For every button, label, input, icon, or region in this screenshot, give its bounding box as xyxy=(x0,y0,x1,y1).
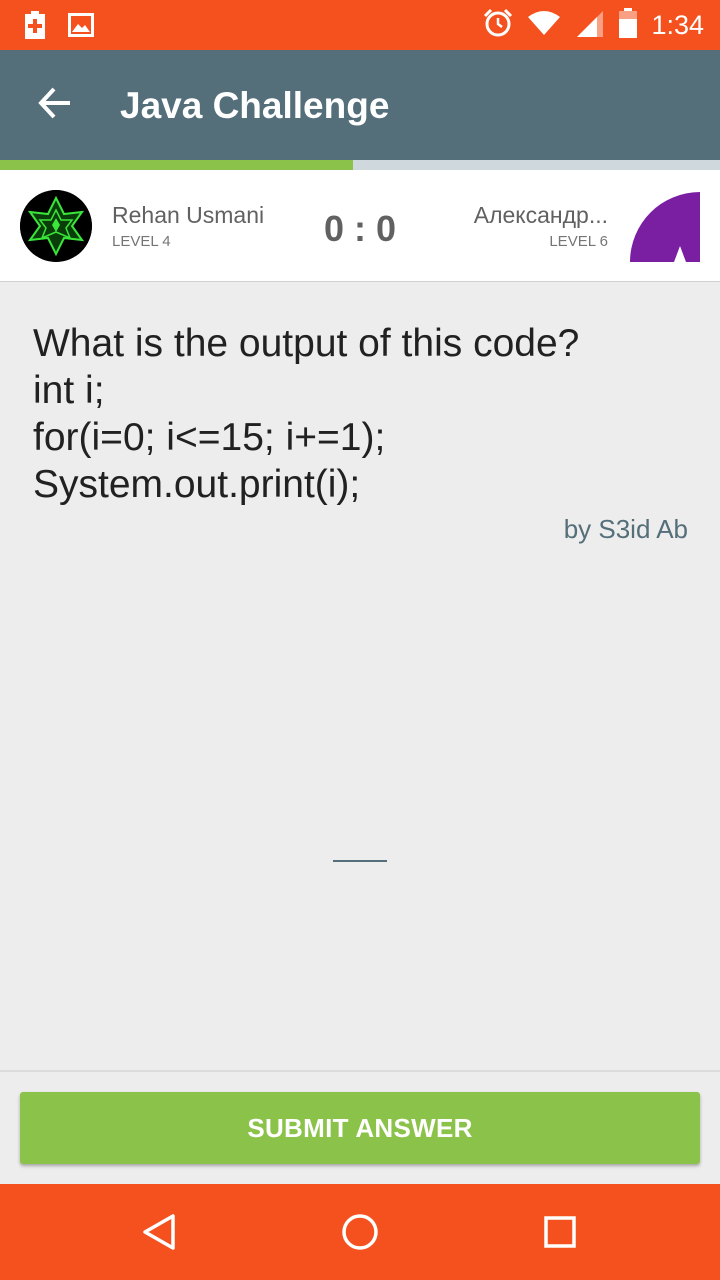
status-bar: 1:34 xyxy=(0,0,720,50)
navigation-bar xyxy=(0,1184,720,1280)
alarm-icon xyxy=(483,8,513,43)
question-line: for(i=0; i<=15; i+=1); xyxy=(33,416,386,459)
player-right-name: Александр... xyxy=(473,202,608,228)
question-line: System.out.print(i); xyxy=(33,463,361,506)
nav-recents-button[interactable] xyxy=(536,1208,584,1256)
page-title: Java Challenge xyxy=(120,85,390,126)
score: 0 : 0 xyxy=(323,208,397,249)
player-right-avatar[interactable] xyxy=(630,192,700,262)
nav-back-button[interactable] xyxy=(136,1208,184,1256)
battery-icon xyxy=(619,7,638,43)
recents-square-icon xyxy=(544,1216,576,1248)
progress-bar xyxy=(0,160,720,170)
back-triangle-icon xyxy=(143,1214,175,1250)
signal-icon xyxy=(575,9,605,42)
wifi-icon xyxy=(527,10,561,41)
question-author: by S3id Ab xyxy=(563,514,688,544)
players-bar: Rehan Usmani LEVEL 4 0 : 0 Александр... … xyxy=(0,170,720,282)
nav-home-button[interactable] xyxy=(336,1208,384,1256)
answer-input[interactable] xyxy=(333,840,387,862)
progress-fill xyxy=(0,160,353,170)
app-bar: Java Challenge xyxy=(0,50,720,160)
question-text: What is the output of this code? int i; … xyxy=(33,320,693,508)
status-time: 1:34 xyxy=(651,9,704,40)
player-right-level: LEVEL 6 xyxy=(549,233,608,250)
home-circle-icon xyxy=(342,1214,378,1250)
arrow-back-icon xyxy=(38,86,72,125)
image-icon xyxy=(68,13,94,42)
submit-answer-button[interactable]: SUBMIT ANSWER xyxy=(20,1092,700,1164)
back-button[interactable] xyxy=(26,76,84,134)
divider xyxy=(0,1070,720,1072)
question-line: What is the output of this code? xyxy=(33,322,580,365)
battery-saver-icon xyxy=(24,11,46,44)
question-line: int i; xyxy=(33,369,105,412)
